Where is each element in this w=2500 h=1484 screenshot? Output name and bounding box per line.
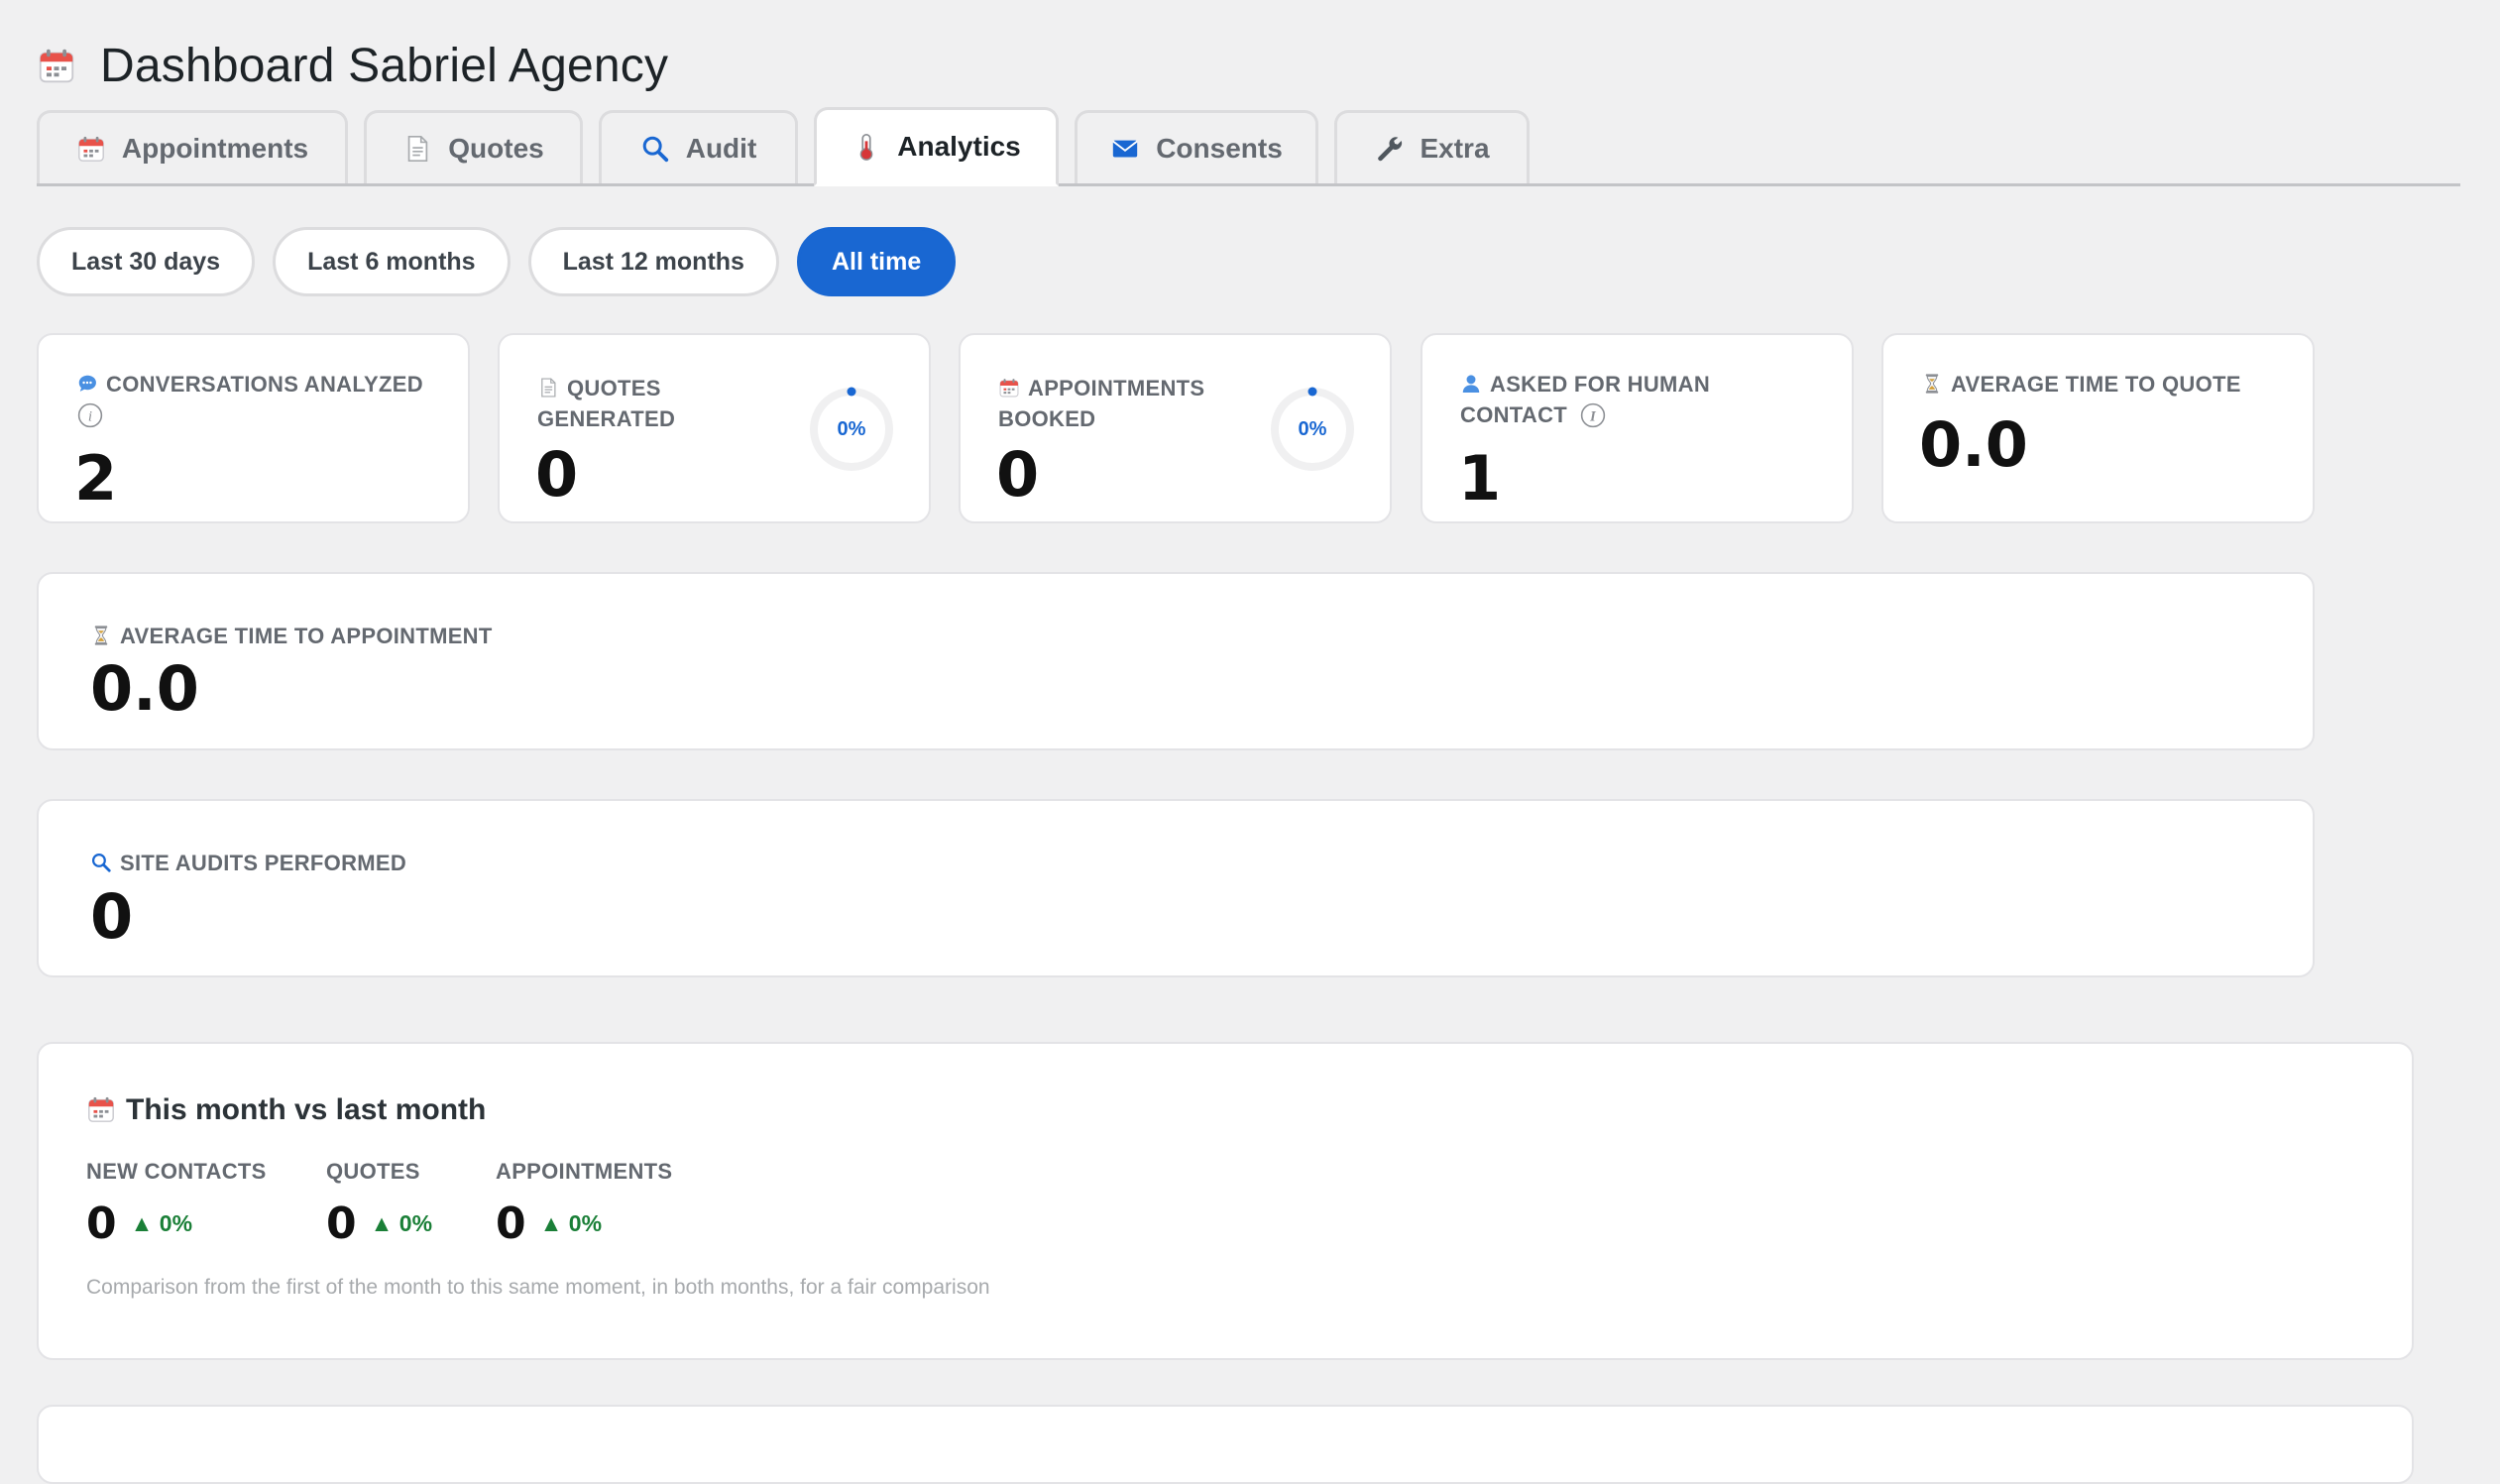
filter-all-time[interactable]: All time: [796, 227, 957, 296]
kpi-value: 2: [74, 442, 118, 514]
kpi-card-human-contact: ASKED FOR HUMAN CONTACT 1: [1420, 333, 1854, 523]
card-next-section: [37, 1405, 2414, 1484]
comparison-quotes: QUOTES 0 ▲ 0%: [326, 1159, 432, 1249]
kpi-label: SITE AUDITS PERFORMED: [90, 848, 406, 878]
calendar-icon: [998, 377, 1020, 399]
comparison-label: APPOINTMENTS: [496, 1159, 673, 1184]
comparison-note: Comparison from the first of the month t…: [86, 1276, 990, 1299]
tab-extra[interactable]: Extra: [1334, 110, 1530, 183]
kpi-value: 0.0: [1919, 408, 2028, 481]
calendar-icon: [37, 46, 76, 85]
tab-bar: Appointments Quotes Audit Analytics Cons…: [37, 102, 2460, 186]
hourglass-icon: [1921, 373, 1943, 395]
kpi-value: 1: [1458, 442, 1502, 514]
tab-analytics[interactable]: Analytics: [814, 107, 1059, 186]
comparison-value: 0: [326, 1199, 357, 1249]
kpi-value: 0.0: [90, 652, 199, 725]
tab-audit[interactable]: Audit: [599, 110, 798, 183]
tab-quotes[interactable]: Quotes: [364, 110, 583, 183]
tab-appointments[interactable]: Appointments: [37, 110, 348, 183]
comparison-new-contacts: NEW CONTACTS 0 ▲ 0%: [86, 1159, 267, 1249]
kpi-value: 0: [90, 880, 134, 953]
progress-percent: 0%: [837, 417, 866, 440]
document-icon: [402, 134, 432, 164]
kpi-label: AVERAGE TIME TO APPOINTMENT: [90, 621, 493, 651]
info-icon[interactable]: [1579, 401, 1607, 429]
card-month-comparison: This month vs last month NEW CONTACTS 0 ▲…: [37, 1042, 2414, 1360]
envelope-icon: [1110, 134, 1140, 164]
comparison-label: QUOTES: [326, 1159, 420, 1184]
kpi-label: QUOTES GENERATED: [537, 376, 676, 431]
kpi-label: ASKED FOR HUMAN CONTACT: [1460, 372, 1711, 429]
search-icon: [90, 852, 112, 873]
comparison-value: 0: [86, 1199, 117, 1249]
comparison-appointments: APPOINTMENTS 0 ▲ 0%: [496, 1159, 672, 1249]
filter-last-6-months[interactable]: Last 6 months: [273, 227, 511, 296]
filter-last-30-days[interactable]: Last 30 days: [37, 227, 256, 296]
page-header: Dashboard Sabriel Agency: [37, 36, 668, 95]
comparison-title: This month vs last month: [86, 1093, 486, 1127]
tab-label: Appointments: [121, 132, 309, 164]
period-filter: Last 30 days Last 6 months Last 12 month…: [37, 227, 957, 296]
chat-bubble-icon: [76, 373, 98, 395]
card-avg-time-appointment: AVERAGE TIME TO APPOINTMENT 0.0: [37, 572, 2315, 750]
page-title: Dashboard Sabriel Agency: [100, 39, 669, 92]
info-icon[interactable]: [76, 401, 104, 429]
kpi-card-appointments: APPOINTMENTS BOOKED 0 0%: [959, 333, 1392, 523]
kpi-value: 0: [535, 438, 579, 511]
comparison-delta: ▲ 0%: [539, 1210, 603, 1236]
calendar-icon: [86, 1094, 116, 1124]
kpi-label: APPOINTMENTS BOOKED: [998, 376, 1205, 431]
search-icon: [640, 134, 670, 164]
tab-label: Quotes: [448, 132, 544, 164]
tab-label: Analytics: [897, 131, 1021, 162]
calendar-icon: [76, 134, 106, 164]
kpi-label: AVERAGE TIME TO QUOTE: [1921, 369, 2298, 400]
progress-percent: 0%: [1298, 417, 1327, 440]
filter-last-12-months[interactable]: Last 12 months: [527, 227, 779, 296]
document-icon: [537, 377, 559, 399]
person-icon: [1460, 373, 1482, 395]
comparison-label: NEW CONTACTS: [86, 1159, 267, 1184]
tab-label: Audit: [685, 132, 757, 164]
kpi-card-conversations: CONVERSATIONS ANALYZED 2: [37, 333, 470, 523]
hourglass-icon: [90, 625, 112, 646]
kpi-value: 0: [996, 438, 1040, 511]
card-site-audits: SITE AUDITS PERFORMED 0: [37, 799, 2315, 977]
comparison-delta: ▲ 0%: [130, 1210, 193, 1236]
tab-label: Consents: [1156, 132, 1283, 164]
tab-consents[interactable]: Consents: [1075, 110, 1318, 183]
comparison-delta: ▲ 0%: [370, 1210, 433, 1236]
kpi-card-quotes: QUOTES GENERATED 0 0%: [498, 333, 931, 523]
kpi-card-avg-time-quote: AVERAGE TIME TO QUOTE 0.0: [1881, 333, 2315, 523]
comparison-value: 0: [496, 1199, 526, 1249]
tab-label: Extra: [1420, 132, 1490, 164]
wrench-icon: [1374, 134, 1404, 164]
kpi-label: CONVERSATIONS ANALYZED: [76, 369, 453, 400]
thermometer-icon: [852, 132, 881, 162]
